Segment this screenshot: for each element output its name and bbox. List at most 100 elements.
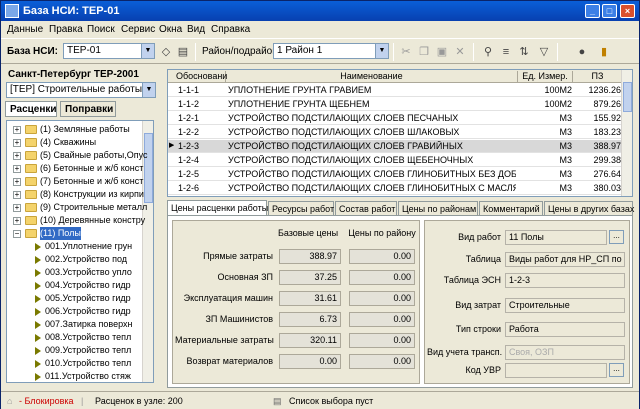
table-row[interactable]: 1-1-2 УПЛОТНЕНИЕ ГРУНТА ЩЕБНЕМ 100М2 879.26 [168, 98, 623, 111]
minimize-button[interactable]: _ [585, 4, 600, 18]
rate-count: Расценок в узле: 200 [95, 396, 183, 406]
grid-scrollbar[interactable] [621, 70, 632, 196]
tree-node[interactable]: 005.Устройство гидр [7, 292, 143, 305]
collection-select[interactable]: [ТЕР] Строительные работы ▼ [6, 82, 156, 98]
expand-icon[interactable]: + [13, 178, 21, 186]
col-header-name[interactable]: Наименование [226, 71, 518, 83]
paste-icon[interactable]: ▣ [435, 45, 449, 59]
chevron-down-icon[interactable]: ▼ [375, 44, 388, 58]
eraser-icon[interactable]: ◇ [159, 45, 173, 59]
tree-node[interactable]: + (1) Земляные работы [7, 123, 143, 136]
tab-resources[interactable]: Ресурсы работ [268, 201, 334, 216]
expand-icon[interactable]: + [13, 165, 21, 173]
property-label: Вид затрат [455, 300, 501, 310]
table-row[interactable]: 1-1-1 УПЛОТНЕНИЕ ГРУНТА ГРАВИЕМ 100М2 1236.… [168, 84, 623, 97]
expand-icon[interactable]: + [13, 191, 21, 199]
property-label: Вид работ [458, 232, 501, 242]
tab-prices[interactable]: Цены расценки работы [167, 200, 268, 216]
table-row[interactable]: 1-2-6 УСТРОЙСТВО ПОДСТИЛАЮЩИХ СЛОЕВ ГЛИНО… [168, 182, 623, 195]
table-row[interactable]: 1-2-2 УСТРОЙСТВО ПОДСТИЛАЮЩИХ СЛОЕВ ШЛАКО… [168, 126, 623, 139]
tree-node[interactable]: + (10) Деревянные констру [7, 214, 145, 227]
ellipsis-button[interactable]: ... [609, 230, 624, 244]
table-row[interactable]: 1-2-1 УСТРОЙСТВО ПОДСТИЛАЮЩИХ СЛОЕВ ПЕСЧА… [168, 112, 623, 125]
tree-node[interactable]: + (7) Бетонные и ж/б конст [7, 175, 143, 188]
menu-edit[interactable]: Правка [49, 24, 83, 35]
tree-node-label: 010.Устройство тепл [45, 358, 132, 368]
maximize-button[interactable]: □ [602, 4, 617, 18]
base-label: База НСИ: [7, 46, 59, 57]
tree-node[interactable]: 008.Устройство тепл [7, 331, 143, 344]
tree-node[interactable]: + (9) Строительные металл [7, 201, 147, 214]
menu-windows[interactable]: Окна [159, 24, 182, 35]
tab-rates[interactable]: Расценки [5, 101, 57, 117]
scroll-thumb[interactable] [623, 82, 632, 112]
exit-icon[interactable]: ▮ [597, 45, 611, 59]
rates-grid[interactable]: Обосновани Наименование Ед. Измер. ПЗ 1-… [167, 69, 633, 197]
tab-composition[interactable]: Состав работ [335, 201, 397, 216]
play-icon [35, 269, 41, 277]
tree-node[interactable]: − (11) Полы [7, 227, 143, 240]
tree-node[interactable]: + (8) Конструкции из кирпи [7, 188, 144, 201]
tree-node-label: 002.Устройство под [45, 254, 128, 264]
list-icon[interactable]: ≡ [499, 45, 513, 59]
catalog-tree[interactable]: + (1) Земляные работы + (4) Скважины + (5) Св… [6, 120, 154, 383]
filter-icon[interactable]: ▽ [537, 45, 551, 59]
tree-node[interactable]: 010.Устройство тепл [7, 357, 143, 370]
tree-node[interactable]: + (4) Скважины [7, 136, 143, 149]
sort-icon[interactable]: ⇅ [517, 45, 531, 59]
delete-icon[interactable]: ✕ [453, 45, 467, 59]
table-row[interactable]: ▶ 1-2-3 УСТРОЙСТВО ПОДСТИЛАЮЩИХ СЛОЕВ ГРАВ… [168, 140, 623, 153]
tree-node[interactable]: + (5) Свайные работы,Опус [7, 149, 148, 162]
collapse-icon[interactable]: − [13, 230, 21, 238]
menu-view[interactable]: Вид [187, 24, 205, 35]
expand-icon[interactable]: + [13, 217, 21, 225]
table-row[interactable]: 1-2-4 УСТРОЙСТВО ПОДСТИЛАЮЩИХ СЛОЕВ ЩЕБЕН… [168, 154, 623, 167]
cut-icon[interactable]: ✂ [399, 45, 413, 59]
tree-node-label: (6) Бетонные и ж/б конст [40, 163, 144, 173]
tree-node[interactable]: 002.Устройство под [7, 253, 143, 266]
tree-node[interactable]: 009.Устройство тепл [7, 344, 143, 357]
expand-icon[interactable]: + [13, 152, 21, 160]
base-select[interactable]: ТЕР-01 ▼ [63, 43, 155, 59]
chevron-down-icon[interactable]: ▼ [141, 44, 154, 58]
menu-data[interactable]: Данные [7, 24, 43, 35]
tab-corrections[interactable]: Поправки [60, 101, 116, 117]
ellipsis-button[interactable]: ... [609, 363, 624, 377]
base-price-value: 6.73 [279, 312, 341, 327]
expand-icon[interactable]: + [13, 204, 21, 212]
binoculars-icon[interactable]: ⚲ [481, 45, 495, 59]
table-row[interactable]: 1-2-5 УСТРОЙСТВО ПОДСТИЛАЮЩИХ СЛОЕВ ГЛИНО… [168, 168, 623, 181]
tree-node-label: 008.Устройство тепл [45, 332, 132, 342]
menu-service[interactable]: Сервис [121, 24, 155, 35]
col-header-pz[interactable]: ПЗ [573, 71, 623, 83]
expand-icon[interactable]: + [13, 126, 21, 134]
folder-icon [25, 203, 37, 212]
base-select-value: ТЕР-01 [67, 45, 101, 56]
tab-region-prices[interactable]: Цены по районам [398, 201, 478, 216]
col-header-unit[interactable]: Ед. Измер. [518, 71, 573, 83]
tree-node[interactable]: 011.Устройство стяж [7, 370, 143, 382]
user-icon[interactable]: ● [575, 45, 589, 59]
tab-comment[interactable]: Комментарий [479, 201, 543, 216]
chevron-down-icon[interactable]: ▼ [142, 83, 155, 97]
cell-code: 1-2-1 [178, 113, 200, 123]
tree-node[interactable]: + (6) Бетонные и ж/б конст [7, 162, 143, 175]
tab-other-bases[interactable]: Цены в других базах [544, 201, 634, 216]
expand-icon[interactable]: + [13, 139, 21, 147]
menu-help[interactable]: Справка [211, 24, 250, 35]
tree-node[interactable]: 006.Устройство гидр [7, 305, 143, 318]
tree-node[interactable]: 001.Уплотнение грун [7, 240, 143, 253]
tree-node[interactable]: 004.Устройство гидр [7, 279, 143, 292]
close-button[interactable]: × [620, 4, 635, 18]
toolbar: База НСИ: ТЕР-01 ▼ ◇ ▤ Район/подрайон: 1… [1, 38, 639, 64]
menu-search[interactable]: Поиск [87, 24, 115, 35]
scroll-thumb[interactable] [144, 133, 153, 203]
document-icon[interactable]: ▤ [176, 45, 190, 59]
title-bar[interactable]: База НСИ: ТЕР-01 _ □ × [1, 1, 639, 21]
tree-node[interactable]: 003.Устройство упло [7, 266, 143, 279]
folder-icon [25, 138, 37, 147]
col-header-code[interactable]: Обосновани [176, 71, 227, 83]
tree-node[interactable]: 007.Затирка поверхн [7, 318, 143, 331]
copy-icon[interactable]: ❐ [417, 45, 431, 59]
region-select[interactable]: 1 Район 1 ▼ [273, 43, 389, 59]
